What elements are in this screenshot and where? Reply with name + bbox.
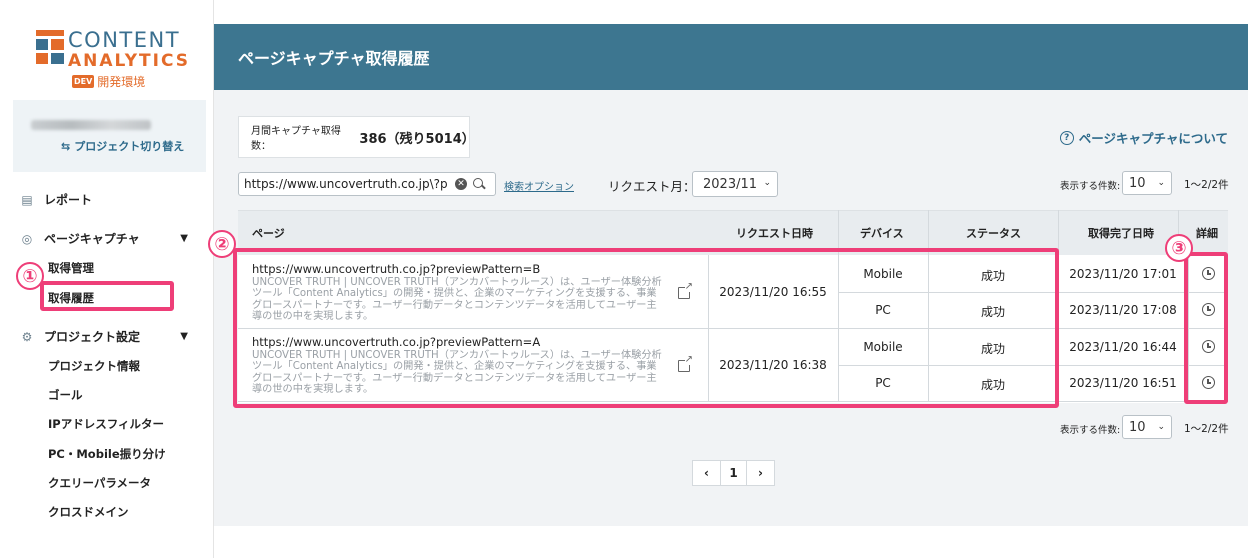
column-header-page: ページ <box>252 227 285 240</box>
sidebar-item-report[interactable]: ▤ レポート <box>20 191 92 208</box>
request-month-label: リクエスト月： <box>608 179 696 194</box>
display-count-select-bottom[interactable]: 10 ⌄ <box>1122 415 1172 439</box>
page-header: ページキャプチャ取得履歴 <box>214 24 1248 90</box>
sidebar-subitem-project-info[interactable]: プロジェクト情報 <box>48 358 140 374</box>
request-month-select[interactable]: 2023/11 ⌄ <box>692 171 778 197</box>
chevron-down-icon: ⌄ <box>1157 178 1165 188</box>
env-label: DEV 開発環境 <box>72 73 145 90</box>
annotation-number-3: ③ <box>1165 234 1193 262</box>
project-switch-link[interactable]: ⇆ プロジェクト切り替え <box>61 138 184 154</box>
display-count-select[interactable]: 10 ⌄ <box>1122 171 1172 195</box>
search-input[interactable]: https://www.uncovertruth.co.jp\?p ✕ <box>238 172 496 196</box>
report-icon: ▤ <box>21 192 33 207</box>
capture-count-value: 386（残り5014） <box>359 131 475 147</box>
highlight-box-1 <box>40 281 174 311</box>
page-title: ページキャプチャ取得履歴 <box>238 49 430 68</box>
page-number-button[interactable]: 1 <box>720 461 747 485</box>
chevron-down-icon: ⌄ <box>763 178 771 188</box>
camera-icon: ◎ <box>21 231 33 246</box>
annotation-number-2: ② <box>208 230 236 258</box>
sidebar-item-label: プロジェクト設定 <box>44 330 141 344</box>
sidebar-subitem-ip-filter[interactable]: IPアドレスフィルター <box>48 416 164 432</box>
search-icon[interactable] <box>472 177 486 191</box>
result-range: 1〜2/2件 <box>1184 179 1229 191</box>
highlight-box-3 <box>1184 252 1228 404</box>
column-header-device: デバイス <box>860 227 904 240</box>
chevron-down-icon[interactable]: ▼ <box>180 233 188 244</box>
sidebar-subitem-device-split[interactable]: PC・Mobile振り分け <box>48 446 166 462</box>
sidebar-item-label: レポート <box>44 193 93 207</box>
sidebar-subitem-capture-manage[interactable]: 取得管理 <box>48 260 94 276</box>
help-icon: ? <box>1059 130 1074 145</box>
completed-time: 2023/11/20 16:44 <box>1069 340 1177 354</box>
request-month-value: 2023/11 <box>703 176 758 192</box>
column-header-request-time: リクエスト日時 <box>736 227 813 240</box>
display-count-value: 10 <box>1129 419 1146 435</box>
completed-time: 2023/11/20 17:08 <box>1069 303 1177 317</box>
project-box: ⇆ プロジェクト切り替え <box>13 100 206 172</box>
sidebar-subitem-query-params[interactable]: クエリーパラメータ <box>48 475 151 491</box>
project-name-blurred <box>31 120 151 130</box>
about-capture-label: ページキャプチャについて <box>1078 131 1228 146</box>
clear-icon[interactable]: ✕ <box>455 178 467 190</box>
logo-line2: ANALYTICS <box>68 51 190 71</box>
switch-icon: ⇆ <box>61 139 71 153</box>
pagination: ‹ 1 › <box>692 460 775 486</box>
capture-count-label: 月間キャプチャ取得数： <box>251 126 341 152</box>
next-page-button[interactable]: › <box>747 461 774 485</box>
dev-badge: DEV <box>72 75 95 88</box>
sidebar-item-label: ページキャプチャ <box>44 232 140 246</box>
chevron-down-icon: ⌄ <box>1157 422 1165 432</box>
search-value: https://www.uncovertruth.co.jp\?p <box>244 177 448 191</box>
column-header-completed-time: 取得完了日時 <box>1088 227 1154 240</box>
sidebar-subitem-cross-domain[interactable]: クロスドメイン <box>48 504 129 520</box>
display-count-value: 10 <box>1129 175 1146 191</box>
search-options-link[interactable]: 検索オプション <box>504 178 574 193</box>
sidebar-item-page-capture[interactable]: ◎ ページキャプチャ <box>20 230 194 247</box>
logo-line1: CONTENT <box>68 28 181 52</box>
project-switch-label: プロジェクト切り替え <box>74 140 185 153</box>
display-count-label-bottom: 表示する件数: <box>1060 425 1121 436</box>
completed-time: 2023/11/20 16:51 <box>1069 376 1177 390</box>
sidebar-item-project-settings[interactable]: ⚙ プロジェクト設定 <box>20 328 140 345</box>
chevron-down-icon[interactable]: ▼ <box>180 331 188 342</box>
completed-time: 2023/11/20 17:01 <box>1069 267 1177 281</box>
capture-count-box: 月間キャプチャ取得数： 386（残り5014） <box>238 116 475 158</box>
annotation-number-1: ① <box>16 262 44 290</box>
logo[interactable]: CONTENT ANALYTICS DEV 開発環境 <box>36 28 196 90</box>
result-range-bottom: 1〜2/2件 <box>1184 423 1229 435</box>
column-header-detail: 詳細 <box>1196 227 1218 240</box>
display-count-label: 表示する件数: <box>1060 181 1121 192</box>
highlight-box-2 <box>233 248 1059 408</box>
logo-mark-icon <box>36 30 64 64</box>
env-text: 開発環境 <box>97 75 146 89</box>
column-header-status: ステータス <box>966 227 1021 240</box>
about-capture-link[interactable]: ? ページキャプチャについて <box>1059 128 1228 147</box>
prev-page-button[interactable]: ‹ <box>693 461 720 485</box>
gear-icon: ⚙ <box>21 329 33 344</box>
sidebar-subitem-goal[interactable]: ゴール <box>48 387 83 403</box>
